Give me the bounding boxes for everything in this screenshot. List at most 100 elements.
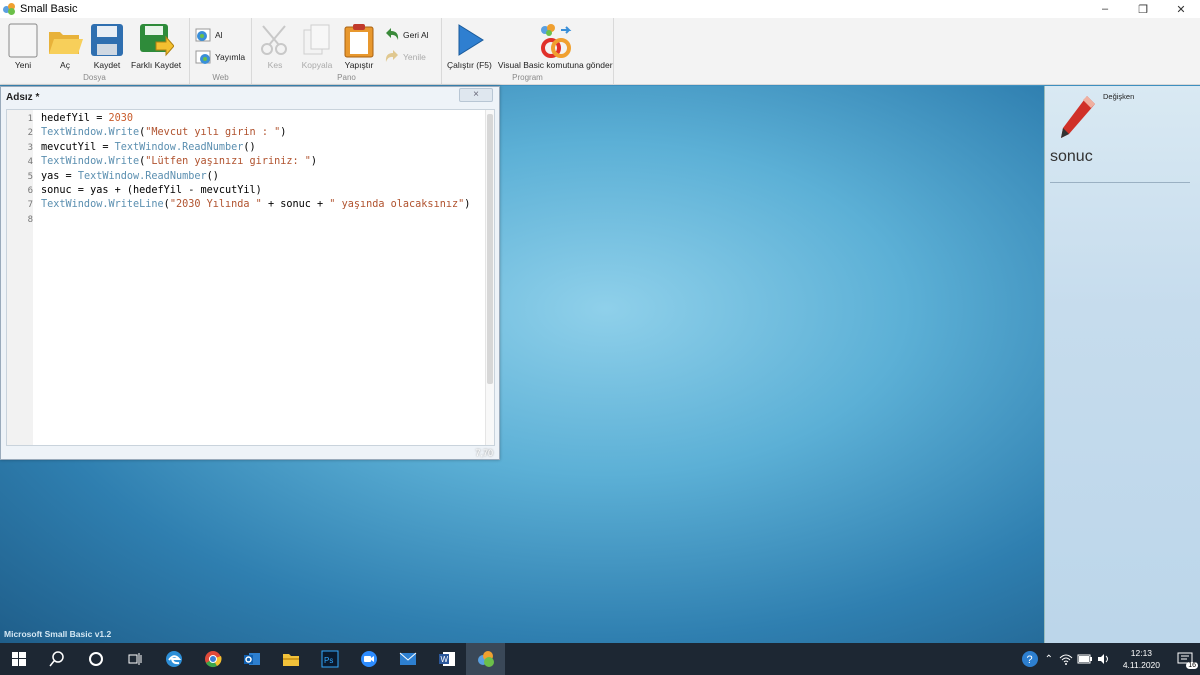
battery-icon[interactable] bbox=[1075, 654, 1095, 664]
line-code[interactable]: TextWindow.Write("Lütfen yaşınızı girini… bbox=[37, 155, 317, 169]
code-line[interactable]: 3 mevcutYil = TextWindow.ReadNumber() bbox=[7, 141, 485, 155]
ribbon-group-program: Çalıştır (F5) Visual Basic komutuna gönd… bbox=[442, 18, 614, 85]
code-lines[interactable]: 1 hedefYil = 2030 2 TextWindow.Write("Mevcu… bbox=[7, 110, 485, 227]
code-line[interactable]: 1 hedefYil = 2030 bbox=[7, 112, 485, 126]
file-explorer-button[interactable] bbox=[271, 643, 310, 675]
clock[interactable]: 12:13 4.11.2020 bbox=[1123, 647, 1160, 671]
code-line[interactable]: 2 TextWindow.Write("Mevcut yılı girin : "… bbox=[7, 126, 485, 140]
ribbon-group-web: Al Yayımla Web bbox=[190, 18, 252, 85]
svg-text:?: ? bbox=[1026, 654, 1032, 666]
windows-start-button[interactable] bbox=[0, 643, 37, 675]
file-explorer-icon bbox=[282, 654, 299, 666]
cortana-button[interactable] bbox=[76, 643, 115, 675]
word-button[interactable]: W bbox=[427, 643, 466, 675]
undo-icon bbox=[383, 27, 401, 43]
photoshop-button[interactable]: Ps bbox=[310, 643, 349, 675]
help-icon[interactable]: ? bbox=[1019, 650, 1041, 668]
redo-button[interactable]: Yenile bbox=[383, 46, 429, 68]
variables-panel: Değişken sonuc bbox=[1044, 86, 1200, 643]
graduate-label: Visual Basic komutuna gönder bbox=[497, 60, 613, 70]
scissors-icon bbox=[257, 22, 293, 58]
taskbar: Ps W ? ⌃ 12:13 4.11.2020 16 bbox=[0, 643, 1200, 675]
scrollbar-thumb[interactable] bbox=[487, 114, 493, 384]
undo-label: Geri Al bbox=[403, 30, 429, 40]
chevron-up-icon[interactable]: ⌃ bbox=[1041, 654, 1057, 665]
svg-text:Ps: Ps bbox=[324, 656, 333, 665]
minimize-button[interactable]: – bbox=[1086, 0, 1124, 18]
pencil-icon bbox=[1057, 94, 1097, 143]
code-line[interactable]: 6 sonuc = yas + (hedefYil - mevcutYil) bbox=[7, 184, 485, 198]
line-code[interactable] bbox=[37, 213, 41, 227]
undo-button[interactable]: Geri Al bbox=[383, 24, 429, 46]
editor-scrollbar[interactable] bbox=[485, 110, 494, 445]
notification-count: 16 bbox=[1186, 662, 1198, 669]
task-view-button[interactable] bbox=[115, 643, 154, 675]
line-number: 4 bbox=[27, 157, 33, 168]
code-line[interactable]: 4 TextWindow.Write("Lütfen yaşınızı girin… bbox=[7, 155, 485, 169]
open-folder-icon bbox=[47, 22, 83, 58]
copy-icon bbox=[299, 22, 335, 58]
maximize-button[interactable]: ❐ bbox=[1124, 0, 1162, 18]
cut-label: Kes bbox=[267, 60, 283, 70]
line-number: 6 bbox=[27, 185, 33, 196]
code-line[interactable]: 7 TextWindow.WriteLine("2030 Yılında " + … bbox=[7, 198, 485, 212]
word-icon: W bbox=[438, 652, 455, 666]
redo-label: Yenile bbox=[403, 52, 426, 62]
code-editor-window[interactable]: Adsız * × 1 hedefYil = 2030 2 TextWindow.Wr… bbox=[0, 86, 500, 460]
run-play-icon bbox=[451, 22, 487, 58]
group-label-dosya: Dosya bbox=[83, 73, 106, 82]
zoom-button[interactable] bbox=[349, 643, 388, 675]
small-basic-taskbar-button[interactable] bbox=[466, 643, 505, 675]
notifications-button[interactable]: 16 bbox=[1170, 652, 1200, 669]
volume-icon[interactable] bbox=[1095, 653, 1113, 665]
version-label: Microsoft Small Basic v1.2 bbox=[4, 629, 112, 639]
small-basic-icon bbox=[477, 651, 494, 667]
code-line[interactable]: 5 yas = TextWindow.ReadNumber() bbox=[7, 170, 485, 184]
chrome-button[interactable] bbox=[193, 643, 232, 675]
editor-close-button[interactable]: × bbox=[459, 88, 493, 102]
line-code[interactable]: TextWindow.WriteLine("2030 Yılında " + s… bbox=[37, 198, 470, 212]
line-code[interactable]: yas = TextWindow.ReadNumber() bbox=[37, 170, 219, 184]
line-code[interactable]: mevcutYil = TextWindow.ReadNumber() bbox=[37, 141, 256, 155]
photoshop-icon: Ps bbox=[321, 650, 338, 668]
import-button[interactable]: Al bbox=[195, 24, 245, 46]
system-tray: ? ⌃ 12:13 4.11.2020 16 bbox=[1019, 643, 1200, 675]
line-code[interactable]: hedefYil = 2030 bbox=[37, 112, 133, 126]
new-button-label: Yeni bbox=[14, 60, 32, 70]
publish-button[interactable]: Yayımla bbox=[195, 46, 245, 68]
line-code[interactable]: sonuc = yas + (hedefYil - mevcutYil) bbox=[37, 184, 262, 198]
line-number: 8 bbox=[27, 214, 33, 225]
mail-icon bbox=[399, 652, 416, 665]
close-button[interactable]: ✕ bbox=[1162, 0, 1200, 18]
windows-start-icon bbox=[11, 652, 26, 666]
line-code[interactable]: TextWindow.Write("Mevcut yılı girin : ") bbox=[37, 126, 286, 140]
ribbon-group-pano: Kes Kopyala Yapıştır Geri Al Yenile Pano bbox=[252, 18, 442, 85]
publish-globe-icon bbox=[195, 49, 213, 65]
redo-icon bbox=[383, 49, 401, 65]
group-label-program: Program bbox=[512, 73, 543, 82]
panel-divider bbox=[1050, 182, 1190, 183]
svg-text:W: W bbox=[440, 655, 448, 664]
search-icon bbox=[48, 651, 64, 667]
variable-item[interactable]: sonuc bbox=[1050, 148, 1093, 166]
search-button[interactable] bbox=[37, 643, 76, 675]
code-line[interactable]: 8 bbox=[7, 213, 485, 227]
group-label-web: Web bbox=[212, 73, 229, 82]
outlook-button[interactable] bbox=[232, 643, 271, 675]
paste-label: Yapıştır bbox=[344, 60, 374, 70]
line-number: 2 bbox=[27, 128, 33, 139]
cortana-icon bbox=[88, 652, 103, 666]
save-button-label: Kaydet bbox=[93, 60, 121, 70]
window-controls: – ❐ ✕ bbox=[1086, 0, 1200, 18]
code-editor[interactable]: 1 hedefYil = 2030 2 TextWindow.Write("Mevcu… bbox=[6, 109, 495, 446]
small-basic-icon bbox=[3, 2, 16, 16]
task-view-icon bbox=[128, 653, 141, 665]
graduate-vb-icon bbox=[537, 22, 573, 58]
ribbon-toolbar: Yeni Aç Kaydet Farklı Kaydet Dosya Al Ya… bbox=[0, 18, 1200, 85]
save-as-icon bbox=[138, 22, 175, 58]
edge-button[interactable] bbox=[154, 643, 193, 675]
wifi-icon[interactable] bbox=[1057, 653, 1075, 665]
mail-button[interactable] bbox=[388, 643, 427, 675]
cursor-position: 7,70 bbox=[475, 448, 493, 458]
outlook-icon bbox=[243, 653, 260, 665]
